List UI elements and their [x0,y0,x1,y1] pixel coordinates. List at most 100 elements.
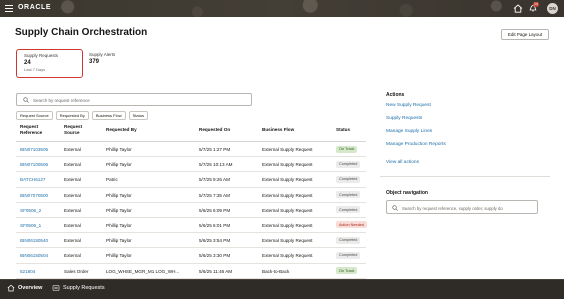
status-badge: Completed [336,251,361,259]
table-row[interactable]: IBN07100506 External Phillip Taylor 5/7/25 … [16,157,366,173]
object-navigation-search[interactable] [386,200,538,214]
requested-on-cell: 5/7/25 1:27 PM [199,147,231,152]
actions-title: Actions [386,92,405,98]
status-badge: Completed [336,236,361,244]
request-reference-link[interactable]: SF0506_1 [20,223,62,228]
table-row[interactable]: IBN07103505 External Phillip Taylor 5/7/25 … [16,142,366,158]
requested-by-cell: Patric [106,177,118,183]
requested-by-cell: LOG_WHSE_MGR_M1 LOG_WH... [106,268,180,274]
supply-requests-icon[interactable] [52,284,60,292]
request-reference-link[interactable]: IBN06150540 [20,238,62,243]
edit-page-layout-button[interactable]: Edit Page Layout [501,29,549,40]
table-row[interactable]: 521804 Sales Order LOG_WHSE_MGR_M1 LOG_WH.… [16,264,366,279]
bottom-navigation: Overview Supply Requests [0,279,564,299]
home-icon[interactable] [7,284,15,292]
business-flow-cell: External Supply Request [262,207,313,213]
supply-requests-tile[interactable]: Supply Requests 24 Last 7 Days [16,49,83,78]
search-icon [23,97,29,103]
requested-on-cell: 5/7/25 10:13 AM [199,162,233,168]
request-source-cell: External [64,253,81,259]
request-source-cell: External [64,177,81,183]
table-row[interactable]: SF0506_2 External Phillip Taylor 5/6/25 6:0… [16,203,366,218]
search-input[interactable] [33,96,243,104]
request-search[interactable] [16,93,252,106]
requested-on-cell: 5/6/25 6:09 PM [199,207,231,213]
business-flow-cell: External Supply Request [262,222,313,228]
business-flow-cell: External Supply Request [262,147,313,152]
home-icon[interactable] [513,4,523,13]
user-avatar[interactable]: DN [547,3,558,14]
column-status[interactable]: Status [336,127,350,133]
manage-supply-lines-link[interactable]: Manage Supply Lines [386,129,432,134]
table-row[interactable]: IBN06150540 External Phillip Taylor 5/6/25 … [16,233,366,249]
status-badge: Completed [336,191,361,199]
requested-by-cell: Phillip Taylor [106,192,132,198]
requested-by-cell: Phillip Taylor [106,238,132,244]
filter-business-flow[interactable]: Business Flow [91,111,126,120]
business-flow-cell: External Supply Request [262,177,313,183]
tile-value: 24 [24,60,31,66]
supply-alerts-tile[interactable]: Supply Alerts 379 [89,49,149,78]
requested-on-cell: 5/6/25 11:46 AM [199,268,233,274]
business-flow-cell: External Supply Request [262,253,313,259]
table-row[interactable]: IBN06150504 External Phillip Taylor 5/6/25 … [16,248,366,264]
request-source-cell: External [64,222,81,228]
request-reference-link[interactable]: IBN07100506 [20,162,62,167]
tile-label: Supply Alerts [89,52,116,57]
supply-requests-nav[interactable]: Supply Requests [63,285,105,291]
table-row[interactable]: IBN07070500 External Phillip Taylor 5/7/25 … [16,188,366,203]
request-source-cell: External [64,238,81,244]
request-reference-link[interactable]: IBN07103505 [20,147,62,152]
manage-production-reports-link[interactable]: Manage Production Reports [386,142,446,147]
column-business-flow[interactable]: Business Flow [262,127,294,133]
request-reference-link[interactable]: BATCH6127 [20,177,62,182]
request-source-cell: Sales Order [64,268,89,274]
object-navigation-input[interactable] [402,204,536,212]
business-flow-cell: External Supply Request [262,238,313,244]
status-badge: Completed [336,206,361,214]
business-flow-cell: External Supply Request [262,192,313,198]
filter-requested-by[interactable]: Requested By [55,111,89,120]
filter-request-source[interactable]: Request Source [16,111,53,120]
requested-by-cell: Phillip Taylor [106,162,132,168]
status-badge: On Track [336,267,358,274]
table-header: Request Reference Request Source Request… [16,120,366,142]
supply-requests-table: Request Reference Request Source Request… [16,120,367,279]
requested-by-cell: Phillip Taylor [106,207,132,213]
request-reference-link[interactable]: IBN07070500 [20,193,62,198]
requested-on-cell: 5/7/25 9:26 AM [199,177,230,183]
hamburger-icon[interactable] [5,5,13,12]
filter-status[interactable]: Status [128,111,148,120]
requested-by-cell: Phillip Taylor [106,222,132,228]
table-row[interactable]: SF0506_1 External Phillip Taylor 5/6/25 6:0… [16,218,367,234]
status-badge: Completed [336,160,361,168]
supply-requests-link[interactable]: Supply Requests [386,116,422,121]
column-request-source[interactable]: Request Source [64,124,90,135]
column-requested-by[interactable]: Requested By [106,127,137,133]
request-source-cell: External [64,192,81,198]
requested-by-cell: Phillip Taylor [106,147,132,152]
object-navigation-title: Object navigation [386,190,428,196]
search-icon [392,205,398,211]
overview-nav[interactable]: Overview [18,285,42,291]
status-badge: Action Needed [336,221,367,229]
requested-on-cell: 5/6/25 6:01 PM [199,222,231,228]
requested-by-cell: Phillip Taylor [106,253,132,259]
request-source-cell: External [64,207,81,213]
column-request-reference[interactable]: Request Reference [20,124,46,135]
new-supply-request-link[interactable]: New Supply Request [386,103,431,108]
status-badge: On Track [336,145,358,153]
tile-value: 379 [89,59,100,65]
requested-on-cell: 5/6/25 3:54 PM [199,238,231,244]
request-reference-link[interactable]: IBN06150504 [20,253,62,258]
header-texture [0,0,564,17]
column-requested-on[interactable]: Requested On [199,127,230,133]
request-source-cell: External [64,162,81,168]
status-badge: Completed [336,175,361,183]
request-reference-link[interactable]: 521804 [20,269,62,274]
table-row[interactable]: BATCH6127 External Patric 5/7/25 9:26 AM Ext… [16,172,366,188]
panel-divider [380,176,550,177]
request-reference-link[interactable]: SF0506_2 [20,208,62,213]
view-all-actions-link[interactable]: View all actions [386,160,419,165]
requested-on-cell: 5/6/25 3:30 PM [199,253,231,259]
